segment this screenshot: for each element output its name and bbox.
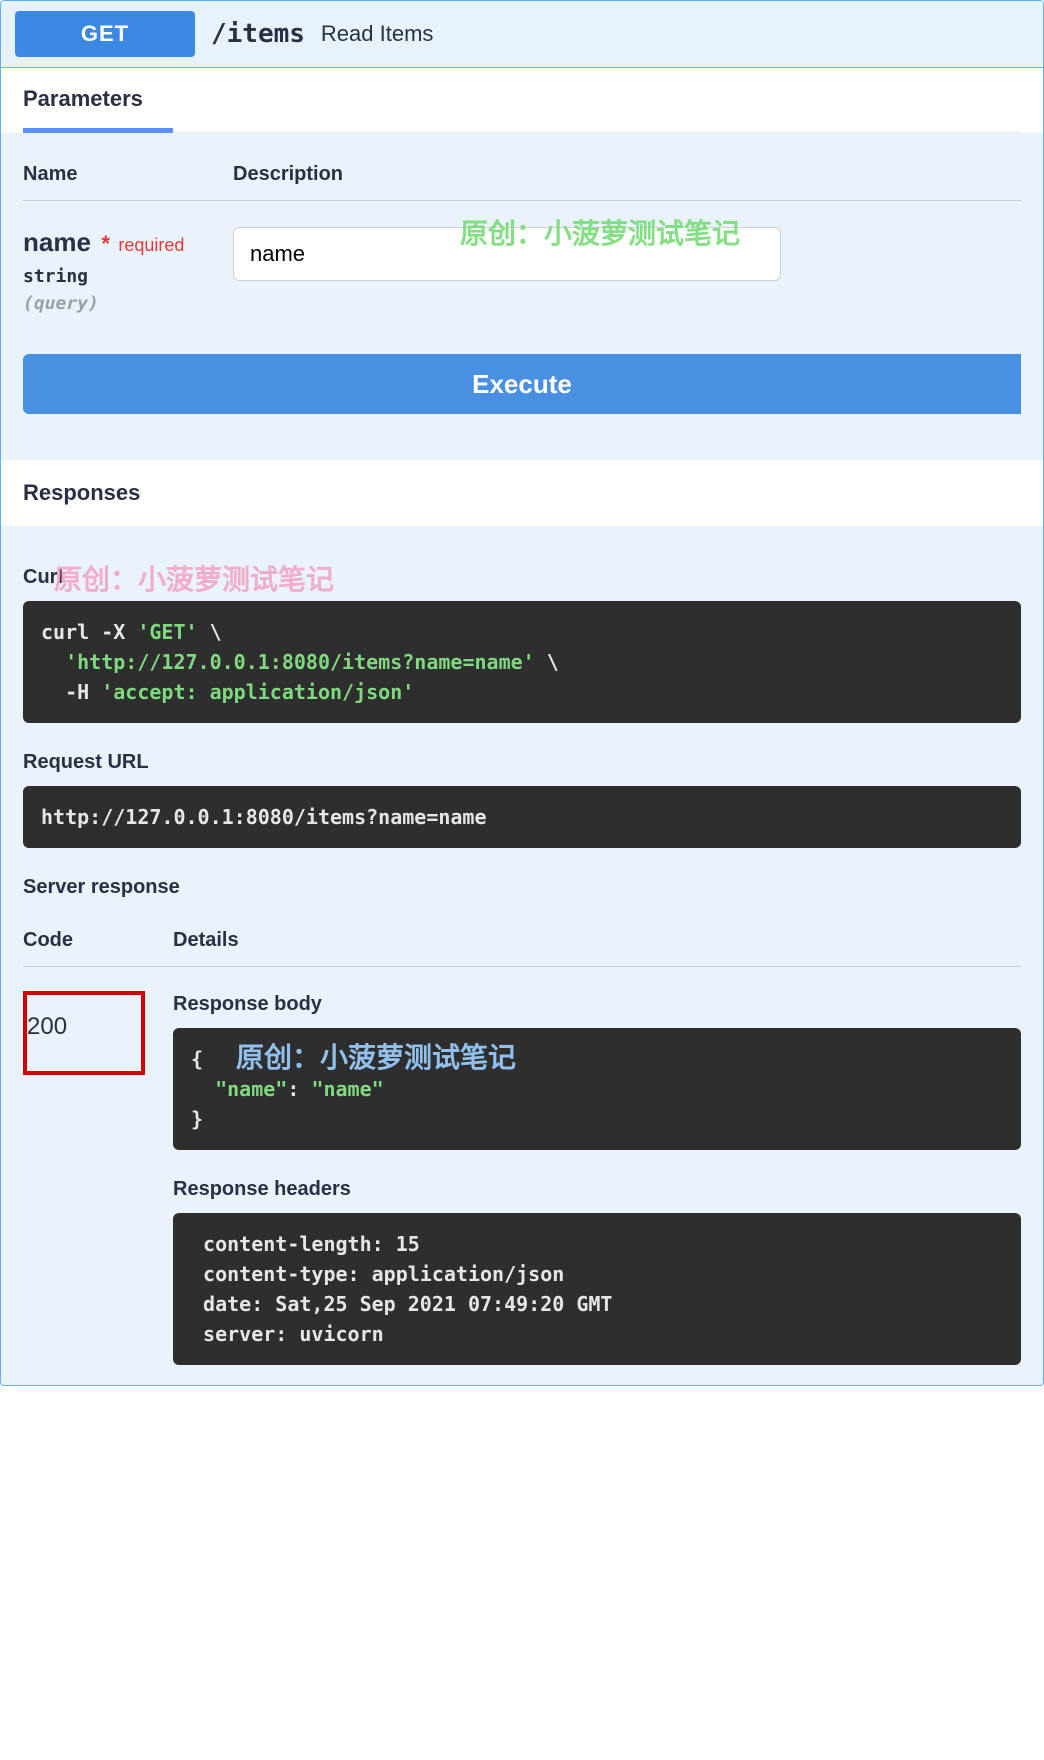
column-header-code: Code xyxy=(23,929,173,952)
opblock-summary[interactable]: GET /items Read Items xyxy=(1,1,1043,68)
parameter-in: (query) xyxy=(23,293,233,314)
response-headers-label: Response headers xyxy=(173,1178,1021,1201)
parameter-name: name xyxy=(23,227,91,257)
response-body-block: { "name": "name" } xyxy=(173,1028,1021,1150)
tab-parameters[interactable]: Parameters xyxy=(23,86,173,133)
required-label: required xyxy=(118,235,184,255)
endpoint-summary: Read Items xyxy=(321,21,434,47)
responses-heading: Responses xyxy=(1,460,1043,526)
status-code-highlight: 200 xyxy=(23,991,145,1075)
parameter-input-name[interactable] xyxy=(233,227,781,281)
responses-heading-text: Responses xyxy=(23,480,140,505)
required-star-icon: * xyxy=(101,231,110,256)
response-headers-block: content-length: 15 content-type: applica… xyxy=(173,1213,1021,1365)
responses-section: Curl curl -X 'GET' \ 'http://127.0.0.1:8… xyxy=(1,526,1043,1385)
opblock-get: GET /items Read Items Parameters Name De… xyxy=(0,0,1044,1386)
parameters-tab-row: Parameters xyxy=(1,68,1043,133)
column-header-details: Details xyxy=(173,929,1021,952)
column-header-description: Description xyxy=(233,163,1021,186)
server-response-label: Server response xyxy=(23,876,1021,899)
column-header-name: Name xyxy=(23,163,233,186)
request-url-block: http://127.0.0.1:8080/items?name=name xyxy=(23,786,1021,848)
curl-command: curl -X 'GET' \ 'http://127.0.0.1:8080/i… xyxy=(23,601,1021,723)
curl-label: Curl xyxy=(23,566,1021,589)
request-url-label: Request URL xyxy=(23,751,1021,774)
parameter-row: name * required string (query) xyxy=(23,227,1021,314)
endpoint-path: /items xyxy=(211,19,305,49)
status-code: 200 xyxy=(27,1013,67,1040)
response-row: 200 Response body { "name": "name" } Res… xyxy=(23,993,1021,1365)
execute-button[interactable]: Execute xyxy=(23,354,1021,414)
parameters-section: Name Description name * required string … xyxy=(1,133,1043,460)
method-badge: GET xyxy=(15,11,195,57)
response-body-label: Response body xyxy=(173,993,1021,1016)
parameter-type: string xyxy=(23,266,233,287)
